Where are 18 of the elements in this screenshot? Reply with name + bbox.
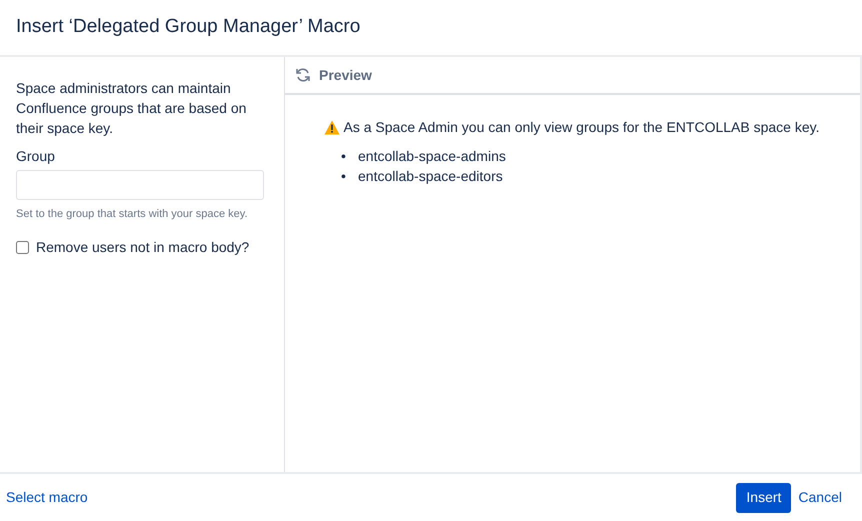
description-text: Space administrators can maintain Confluence groups that are based on their space key. [16, 79, 248, 138]
dialog-title: Insert ‘Delegated Group Manager’ Macro [16, 16, 360, 39]
bullet: • [341, 147, 347, 166]
warning-message: As a Space Admin you can only view groups for the ENTCOLLAB space key. [344, 118, 820, 137]
field-label: Group [16, 147, 56, 166]
cancel-link[interactable]: Cancel [798, 487, 842, 508]
help-text: Set to the group that starts with your space key. [16, 206, 249, 222]
bullet: • [341, 167, 347, 186]
insert-button[interactable]: Insert [736, 482, 792, 512]
group-input-field[interactable] [16, 170, 264, 200]
group-list-item: entcollab-space-admins [358, 147, 506, 166]
checkbox[interactable] [16, 240, 29, 254]
warning-icon [324, 120, 340, 135]
checkbox-label[interactable]: Remove users not in macro body? [36, 236, 250, 258]
refresh-icon[interactable] [295, 67, 311, 83]
preview-title: Preview [319, 66, 372, 84]
group-list-item: entcollab-space-editors [358, 167, 503, 186]
select-macro-link[interactable]: Select macro [6, 487, 88, 508]
